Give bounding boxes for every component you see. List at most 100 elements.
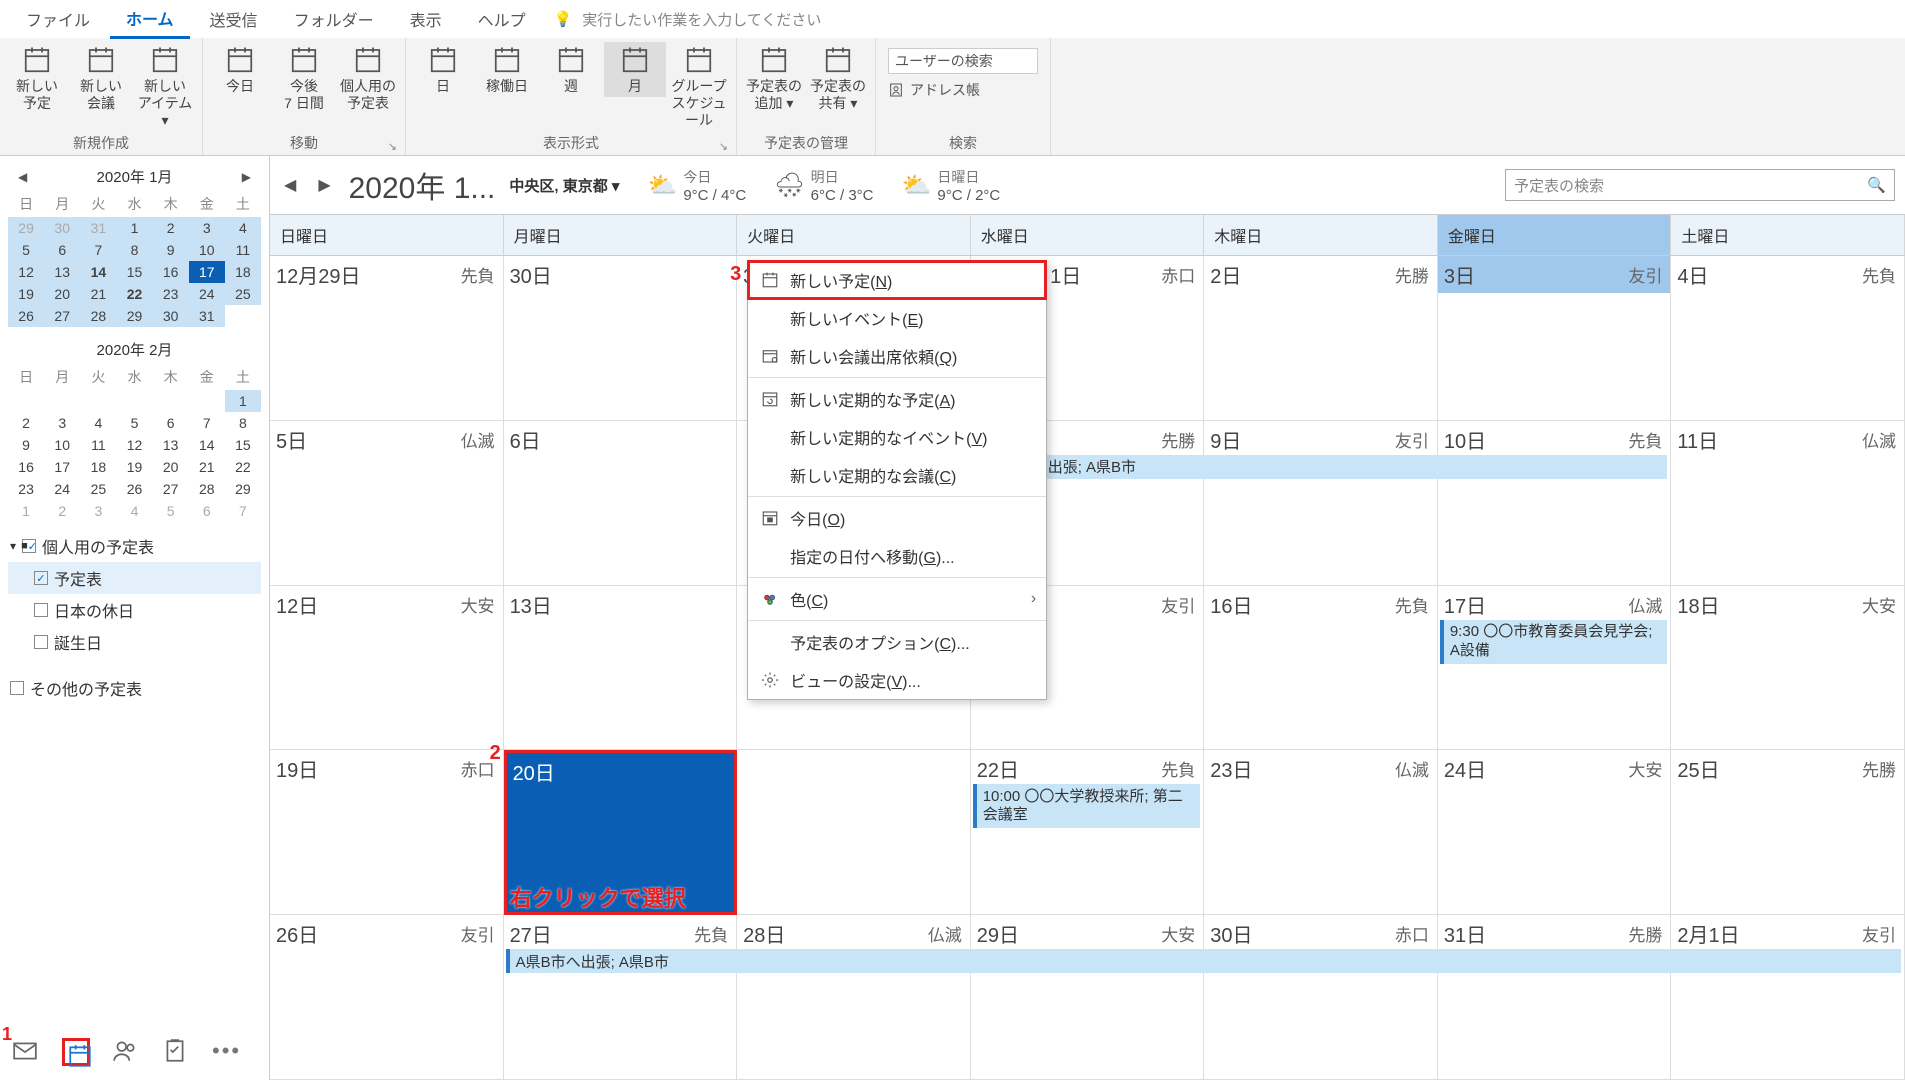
mini-day[interactable]: 8 [225,412,261,434]
mini-day[interactable]: 5 [153,500,189,522]
mini-day[interactable]: 24 [189,283,225,305]
mini-day[interactable] [116,390,152,412]
mini-day[interactable]: 17 [44,456,80,478]
ctx-new-meeting-req[interactable]: 新しい会議出席依頼(Q) [748,337,1046,375]
mini-day[interactable]: 19 [116,456,152,478]
address-book-button[interactable]: アドレス帳 [888,80,1038,100]
dialog-launcher-icon[interactable]: ↘ [388,140,397,153]
mini-day[interactable]: 7 [225,500,261,522]
mini-day[interactable]: 17 [189,261,225,283]
calendar-cell[interactable]: 13日 [504,586,738,751]
ctx-new-appt[interactable]: 3新しい予定(N) [748,261,1046,299]
mini-day[interactable]: 26 [8,305,44,327]
tree-group-personal[interactable]: ▾■ 個人用の予定表 [8,530,261,562]
mini-day[interactable]: 15 [225,434,261,456]
ribbon-new-appt[interactable]: 新しい予定 [6,42,68,114]
calendar-cell[interactable]: 3日友引 [1438,256,1672,421]
dialog-launcher-icon[interactable]: ↘ [719,140,728,153]
mini-day[interactable] [44,390,80,412]
ribbon-view-week[interactable]: 週 [540,42,602,97]
mini-day[interactable]: 23 [153,283,189,305]
calendar-cell[interactable]: 5日仏滅 [270,421,504,586]
more-icon[interactable]: ••• [212,1038,240,1066]
mini-day[interactable]: 7 [189,412,225,434]
mini-day[interactable]: 5 [116,412,152,434]
mini-day[interactable]: 4 [225,217,261,239]
calendar-cell[interactable]: 10日先負 [1438,421,1672,586]
location-dropdown[interactable]: 中央区, 東京都 ▾ [509,175,619,196]
ribbon-personal-cal[interactable]: 個人用の予定表 [337,42,399,114]
menu-tab-0[interactable]: ファイル [10,1,106,37]
mini-day[interactable] [80,390,116,412]
calendar-cell[interactable]: 12日大安 [270,586,504,751]
calendar-cell[interactable]: 2日先勝 [1204,256,1438,421]
calendar-cell[interactable]: 17日仏滅 [1438,586,1672,751]
ctx-new-recur-meeting[interactable]: 新しい定期的な会議(C) [748,456,1046,494]
mini-day[interactable]: 1 [225,390,261,412]
checkbox-icon[interactable] [34,603,48,617]
mini-day[interactable]: 21 [80,283,116,305]
calendar-cell[interactable]: 30日 [504,256,738,421]
mini-day[interactable]: 14 [189,434,225,456]
menu-tab-4[interactable]: 表示 [394,1,458,37]
ctx-goto-date[interactable]: 指定の日付へ移動(G)... [748,537,1046,575]
tree-item[interactable]: 予定表 [8,562,261,594]
prev-month-button[interactable]: ◀ [18,170,27,184]
mini-day[interactable] [189,390,225,412]
mini-day[interactable]: 19 [8,283,44,305]
tasks-icon[interactable] [162,1038,190,1066]
mini-day[interactable]: 29 [225,478,261,500]
ctx-cal-options[interactable]: 予定表のオプション(C)... [748,623,1046,661]
calendar-cell[interactable]: 4日先負 [1671,256,1905,421]
ribbon-view-month[interactable]: 月 [604,42,666,97]
calendar-cell[interactable]: 19日赤口 [270,750,504,915]
calendar-event[interactable]: 10:00 〇〇大学教授来所; 第二会議室 [973,784,1201,828]
ribbon-add-cal[interactable]: 予定表の追加 ▾ [743,42,805,114]
mini-day[interactable]: 5 [8,239,44,261]
mini-day[interactable]: 2 [153,217,189,239]
ctx-view-settings[interactable]: ビューの設定(V)... [748,661,1046,699]
tree-item[interactable]: 日本の休日 [8,594,261,626]
mini-day[interactable]: 13 [44,261,80,283]
mini-day[interactable]: 18 [225,261,261,283]
next-period-button[interactable]: ▶ [314,175,334,195]
calendar-event[interactable]: A県B市へ出張; A県B市 [506,949,1901,973]
calendar-cell[interactable]: 11日仏滅 [1671,421,1905,586]
mini-day[interactable]: 12 [8,261,44,283]
mini-day[interactable]: 31 [189,305,225,327]
mini-day[interactable]: 20 [44,283,80,305]
calendar-cell[interactable]: 16日先負 [1204,586,1438,751]
ctx-color[interactable]: 色(C)› [748,580,1046,618]
calendar-icon[interactable] [62,1038,90,1066]
calendar-cell[interactable]: 22日先負 [971,750,1205,915]
prev-period-button[interactable]: ◀ [280,175,300,195]
calendar-cell[interactable]: 9日友引 [1204,421,1438,586]
mail-icon[interactable]: 1 [12,1038,40,1066]
mini-day[interactable]: 11 [80,434,116,456]
mini-day[interactable]: 29 [8,217,44,239]
ribbon-view-day[interactable]: 日 [412,42,474,97]
mini-day[interactable] [153,390,189,412]
mini-day[interactable]: 14 [80,261,116,283]
calendar-search-input[interactable]: 予定表の検索 🔍 [1505,169,1895,201]
mini-day[interactable] [8,390,44,412]
mini-day[interactable]: 22 [225,456,261,478]
ribbon-share-cal[interactable]: 予定表の共有 ▾ [807,42,869,114]
mini-day[interactable]: 30 [153,305,189,327]
calendar-cell[interactable]: 29日大安 [971,915,1205,1080]
mini-day[interactable]: 27 [44,305,80,327]
mini-day[interactable]: 10 [44,434,80,456]
mini-day[interactable]: 12 [116,434,152,456]
calendar-cell[interactable]: 28日仏滅 [737,915,971,1080]
calendar-grid[interactable]: 12月29日先負30日31日大安20年1月1日赤口2日先勝3日友引4日先負5日仏… [270,256,1905,1080]
calendar-cell[interactable]: 12月29日先負 [270,256,504,421]
mini-day[interactable]: 22 [116,283,152,305]
mini-day[interactable]: 25 [225,283,261,305]
mini-day[interactable]: 4 [80,412,116,434]
mini-day[interactable]: 24 [44,478,80,500]
mini-day[interactable]: 3 [44,412,80,434]
mini-day[interactable]: 29 [116,305,152,327]
mini-day[interactable]: 9 [153,239,189,261]
menu-tab-2[interactable]: 送受信 [194,1,274,37]
mini-day[interactable]: 28 [80,305,116,327]
